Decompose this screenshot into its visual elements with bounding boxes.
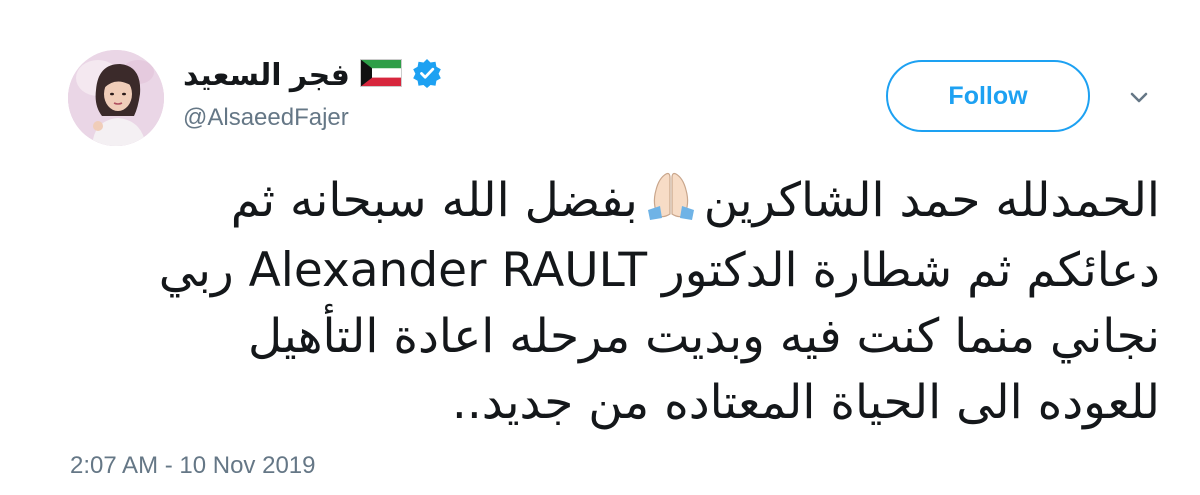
author-handle[interactable]: @AlsaeedFajer bbox=[183, 104, 349, 132]
author-name-row: فجر السعيد bbox=[183, 55, 442, 95]
tweet-timestamp[interactable]: 2:07 AM - 10 Nov 2019 bbox=[70, 452, 315, 480]
tweet-card: فجر السعيد @AlsaeedFajer Follow الحمدلله… bbox=[0, 0, 1200, 495]
author-name[interactable]: فجر السعيد bbox=[183, 58, 350, 93]
tweet-text: الحمدلله حمد الشاكرين بفضل الله سبحانه ث… bbox=[158, 168, 1160, 436]
folded-hands-emoji-icon bbox=[644, 170, 698, 238]
tweet-line-4: للعوده الى الحياة المعتاده من جديد.. bbox=[451, 374, 1160, 430]
tweet-line-2: دعائكم ثم شطارة الدكتور Alexander RAULT … bbox=[158, 242, 1160, 298]
tweet-line-1: الحمدلله حمد الشاكرين بفضل الله سبحانه ث… bbox=[231, 168, 1160, 238]
verified-badge-icon bbox=[412, 58, 442, 93]
avatar[interactable] bbox=[68, 50, 164, 146]
tweet-line-1-end: بفضل الله سبحانه ثم bbox=[230, 173, 638, 228]
tweet-line-3: نجاني منما كنت فيه وبديت مرحله اعادة الت… bbox=[247, 308, 1160, 364]
chevron-down-icon[interactable] bbox=[1124, 88, 1154, 108]
follow-button[interactable]: Follow bbox=[886, 60, 1090, 132]
tweet-line-1-start: الحمدلله حمد الشاكرين bbox=[703, 173, 1160, 228]
kuwait-flag-icon bbox=[359, 58, 402, 92]
avatar-image bbox=[68, 50, 164, 146]
